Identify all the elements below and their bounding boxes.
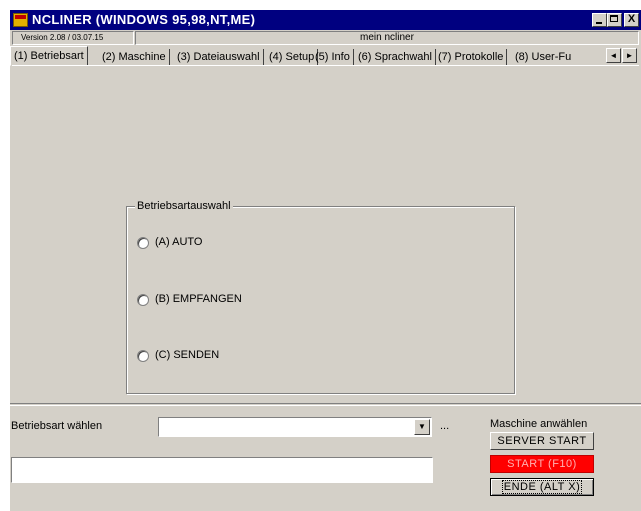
minimize-button[interactable]: [592, 13, 607, 27]
version-label: Version 2.08 / 03.07.15: [12, 31, 134, 45]
tab-strip: (1) Betriebsart (2) Maschine (3) Dateiau…: [10, 46, 641, 66]
radio-auto-label[interactable]: (A) AUTO: [155, 236, 202, 248]
status-row: Version 2.08 / 03.07.15 mein ncliner: [10, 31, 641, 46]
tab-panel: Betriebsartauswahl (A) AUTO (B) EMPFANGE…: [12, 65, 639, 404]
window-title: NCLINER (WINDOWS 95,98,NT,ME): [32, 12, 256, 27]
title-bar[interactable]: NCLINER (WINDOWS 95,98,NT,ME) X: [10, 10, 641, 30]
tab-info[interactable]: (5) Info: [312, 49, 354, 66]
mode-select-label: Betriebsart wählen: [11, 420, 103, 432]
tab-setup[interactable]: (4) Setup: [266, 49, 319, 66]
radio-empfangen-label[interactable]: (B) EMPFANGEN: [155, 293, 242, 305]
message-field[interactable]: [11, 457, 433, 483]
server-start-button[interactable]: SERVER START: [490, 432, 594, 450]
ende-button-label: ENDE (ALT X): [501, 480, 583, 494]
maximize-button[interactable]: [607, 13, 622, 27]
radio-senden-label[interactable]: (C) SENDEN: [155, 349, 219, 361]
tab-scroll-right-icon[interactable]: ►: [622, 48, 637, 63]
app-icon[interactable]: [13, 13, 28, 27]
tab-user-functions[interactable]: (8) User-Fu: [512, 49, 612, 66]
close-button[interactable]: X: [624, 13, 639, 27]
tab-dateiauswahl[interactable]: (3) Dateiauswahl: [174, 49, 264, 66]
tab-scroll-left-icon[interactable]: ◄: [606, 48, 621, 63]
radio-button-icon[interactable]: [137, 350, 149, 362]
tab-sprachwahl[interactable]: (6) Sprachwahl: [355, 49, 436, 66]
tab-maschine[interactable]: (2) Maschine: [99, 49, 170, 66]
radio-button-icon[interactable]: [137, 294, 149, 306]
start-button[interactable]: START (F10): [490, 455, 594, 473]
dropdown-arrow-icon[interactable]: ▼: [414, 419, 430, 435]
mode-selection-group: Betriebsartauswahl (A) AUTO (B) EMPFANGE…: [126, 200, 515, 394]
mode-combobox[interactable]: ▼: [158, 417, 432, 437]
tab-protokolle[interactable]: (7) Protokolle: [435, 49, 508, 66]
profile-name: mein ncliner: [135, 31, 639, 45]
radio-button-icon[interactable]: [137, 237, 149, 249]
group-title: Betriebsartauswahl: [135, 200, 233, 212]
ellipsis-label: ...: [440, 420, 450, 432]
ende-button[interactable]: ENDE (ALT X): [490, 478, 594, 496]
tab-betriebsart[interactable]: (1) Betriebsart: [10, 46, 88, 66]
machine-select-label: Maschine anwählen: [490, 418, 588, 430]
